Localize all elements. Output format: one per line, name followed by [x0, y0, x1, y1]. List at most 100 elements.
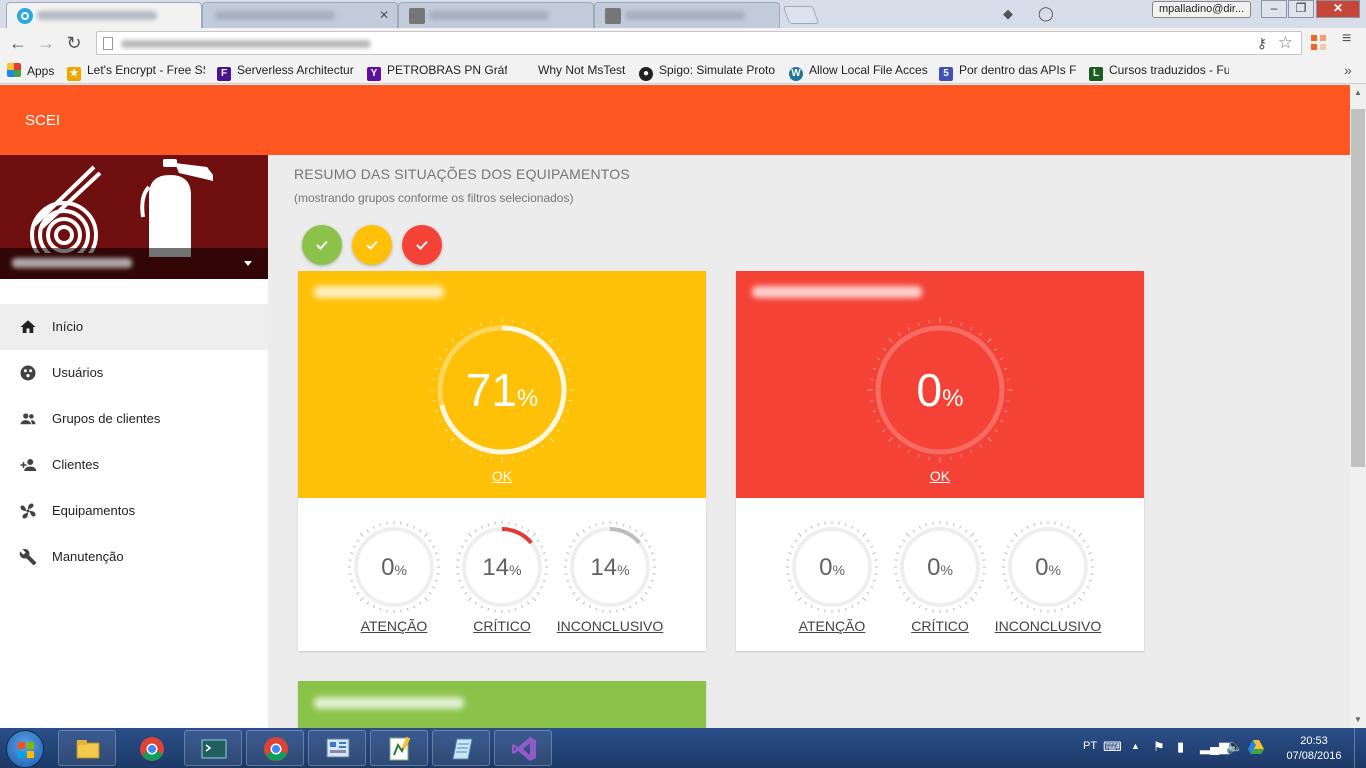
page-scrollbar[interactable]: ▲ ▼ — [1350, 85, 1366, 728]
inconclusive-link[interactable]: INCONCLUSIVO — [978, 618, 1118, 634]
bookmarks-bar: Apps ★ Let's Encrypt - Free SS F Serverles… — [0, 58, 1366, 84]
browser-tab[interactable] — [398, 2, 594, 28]
gauge-tick — [866, 591, 870, 595]
keyboard-icon[interactable]: ⌨ — [1103, 739, 1122, 755]
taskbar-chrome[interactable] — [122, 730, 180, 766]
gauge-tick — [424, 597, 429, 602]
gauge-tick — [366, 529, 370, 533]
bookmark-star-icon[interactable]: ☆ — [1278, 33, 1293, 53]
gauge-tick — [1006, 545, 1010, 548]
filter-attention-toggle[interactable] — [352, 225, 392, 265]
reload-button[interactable]: ↻ — [62, 31, 86, 55]
scroll-down-icon[interactable]: ▼ — [1350, 712, 1366, 728]
scrollbar-thumb[interactable] — [1351, 109, 1365, 467]
gauge-tick — [1078, 532, 1083, 537]
bookmark-item[interactable]: F Serverless Architectur — [217, 63, 357, 81]
bookmark-apps[interactable]: Apps — [7, 63, 57, 78]
show-desktop-button[interactable] — [1354, 728, 1366, 768]
filter-critical-toggle[interactable] — [402, 225, 442, 265]
gauge-tick — [514, 523, 517, 527]
taskbar-chrome-active[interactable] — [246, 730, 304, 766]
bookmark-item[interactable]: Y PETROBRAS PN Gráfic — [367, 63, 507, 81]
people-icon — [20, 413, 36, 425]
gauge-tick — [648, 586, 652, 589]
gauge-tick — [536, 539, 540, 543]
power-icon[interactable]: ▮ — [1177, 739, 1184, 755]
browser-tab[interactable] — [594, 2, 780, 28]
bookmark-item[interactable]: Why Not MsTest — [538, 63, 630, 77]
gauge-tick — [487, 523, 490, 527]
sidebar-item-equipamentos[interactable]: Equipamentos — [0, 488, 268, 534]
language-indicator[interactable]: PT — [1083, 740, 1097, 752]
app-brand[interactable]: SCEI — [25, 112, 60, 129]
app-favicon-icon — [17, 8, 33, 24]
windows-taskbar: PT ⌨ ▲ ⚑ ▮ ▂▄▆ 🔈 20:53 07/08/2016 — [0, 728, 1366, 768]
bookmark-item[interactable]: ★ Let's Encrypt - Free SS — [67, 63, 205, 81]
gauge-tick — [797, 597, 802, 602]
forward-button[interactable]: → — [34, 31, 58, 55]
maximize-button[interactable]: ❐ — [1288, 0, 1314, 18]
bookmark-item[interactable]: 5 Por dentro das APIs F — [939, 63, 1079, 81]
google-drive-icon[interactable] — [1248, 740, 1264, 754]
github-icon: ● — [639, 67, 653, 81]
system-clock[interactable]: 20:53 07/08/2016 — [1284, 734, 1344, 764]
start-button[interactable] — [6, 730, 44, 768]
action-center-flag-icon[interactable]: ⚑ — [1153, 739, 1165, 755]
gauge-tick — [907, 326, 910, 331]
back-button[interactable]: ← — [6, 31, 30, 55]
gauge-tick — [541, 444, 544, 448]
taskbar-control-panel[interactable] — [308, 730, 366, 766]
volume-icon[interactable]: 🔈 — [1226, 738, 1243, 755]
gauge-tick — [898, 332, 901, 336]
dropdown-caret-icon[interactable] — [244, 261, 252, 266]
user-selector[interactable] — [0, 248, 268, 279]
browser-tab[interactable] — [6, 2, 202, 28]
attention-gauge: 0% — [346, 519, 442, 615]
sidebar-item-usuarios[interactable]: Usuários — [0, 350, 268, 396]
gauge-tick — [974, 539, 978, 543]
windows-logo-icon — [18, 742, 34, 758]
lynda-icon: L — [1089, 67, 1103, 81]
more-bookmarks-icon[interactable]: » — [1344, 62, 1352, 78]
taskbar-terminal[interactable] — [184, 730, 242, 766]
network-signal-icon[interactable]: ▂▄▆ — [1200, 739, 1229, 755]
ok-link[interactable]: OK — [736, 468, 1144, 484]
taskbar-notepad[interactable] — [432, 730, 490, 766]
minimize-button[interactable]: – — [1261, 0, 1287, 18]
taskbar-visual-studio[interactable] — [494, 730, 552, 766]
page-info-icon[interactable] — [103, 37, 113, 50]
filter-ok-toggle[interactable] — [302, 225, 342, 265]
critical-value: 14 — [482, 554, 510, 581]
gauge-tick — [460, 586, 464, 589]
gauge-tick — [460, 332, 463, 336]
sidebar-item-manutencao[interactable]: Manutenção — [0, 534, 268, 580]
taskbar-explorer[interactable] — [58, 730, 116, 766]
sidebar-item-inicio[interactable]: Início — [0, 304, 268, 350]
sidebar-item-grupos-de-clientes[interactable]: Grupos de clientes — [0, 396, 268, 442]
close-window-button[interactable]: ✕ — [1316, 0, 1360, 18]
key-icon[interactable]: ⚷ — [1257, 35, 1267, 52]
gauge-tick — [974, 591, 978, 595]
bookmark-item[interactable]: ● Spigo: Simulate Proto — [639, 63, 779, 81]
bookmark-item[interactable]: W Allow Local File Acces — [789, 63, 929, 81]
sidebar-item-clientes[interactable]: Clientes — [0, 442, 268, 488]
show-hidden-icons-icon[interactable]: ▲ — [1131, 741, 1140, 751]
percent-unit: % — [832, 562, 845, 578]
profile-badge[interactable]: mpalladino@dir... — [1152, 1, 1252, 18]
gauge-tick — [912, 601, 916, 605]
inconclusive-link[interactable]: INCONCLUSIVO — [540, 618, 680, 634]
gauge-tick — [648, 545, 652, 548]
visual-studio-icon — [512, 737, 536, 761]
bookmark-item[interactable]: L Cursos traduzidos - Fu — [1089, 63, 1229, 81]
address-bar[interactable]: ⚷ ☆ — [96, 31, 1302, 55]
home-icon — [20, 320, 36, 333]
ok-link[interactable]: OK — [298, 468, 706, 484]
new-tab-button[interactable] — [782, 6, 820, 24]
close-tab-icon[interactable]: ✕ — [379, 8, 389, 22]
extension-icon[interactable] — [1311, 35, 1327, 51]
chrome-menu-icon[interactable]: ≡ — [1342, 31, 1356, 47]
gauge-tick — [882, 429, 886, 432]
scroll-up-icon[interactable]: ▲ — [1350, 85, 1366, 101]
browser-tab[interactable]: ✕ — [202, 2, 398, 28]
taskbar-paint[interactable] — [370, 730, 428, 766]
